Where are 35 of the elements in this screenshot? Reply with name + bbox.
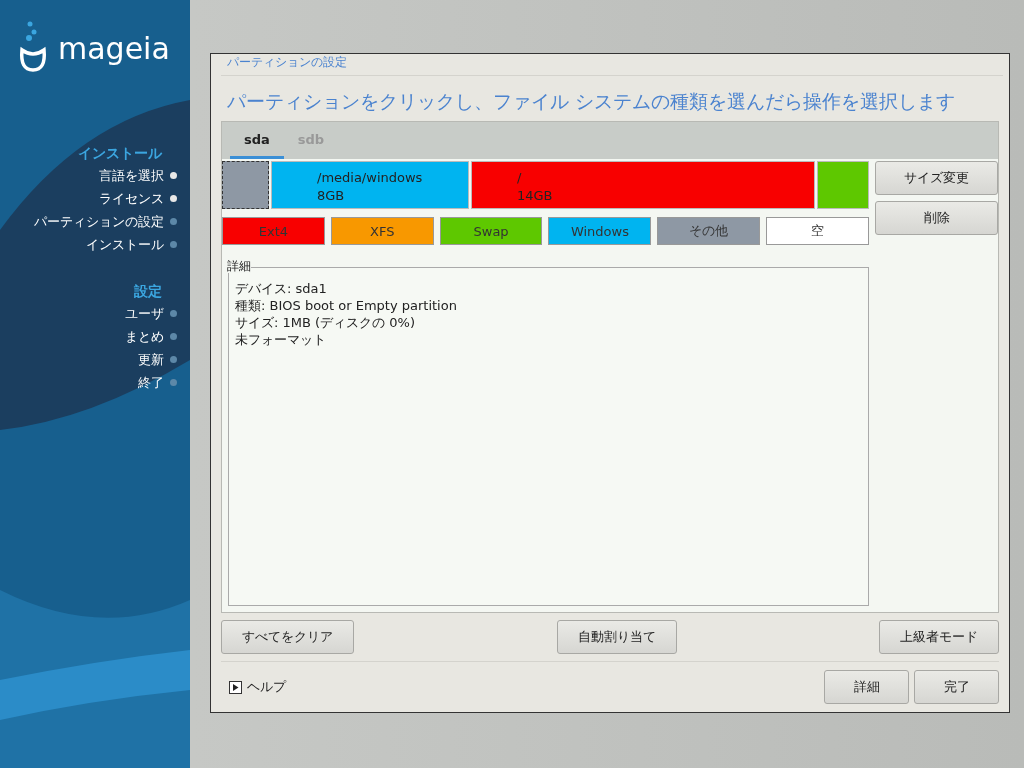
action-button[interactable]: すべてをクリア — [221, 620, 354, 654]
partition-block[interactable]: / 14GB — [471, 161, 815, 209]
section-title: 設定 — [134, 282, 162, 301]
step-label: ライセンス — [99, 189, 164, 208]
heading: パーティションをクリックし、ファイル システムの種類を選んだら操作を選択します — [226, 89, 957, 114]
action-button[interactable]: 自動割り当て — [556, 620, 677, 654]
details-line: 未フォーマット — [235, 331, 327, 348]
action-button[interactable]: サイズ変更 — [875, 161, 998, 195]
section-title: インストール — [78, 144, 162, 163]
details-line: サイズ: 1MB (ディスクの 0%) — [235, 314, 416, 331]
filesystem-type-button[interactable]: Swap — [439, 217, 543, 245]
expand-icon — [229, 680, 242, 694]
filesystem-type-button[interactable]: XFS — [330, 217, 434, 245]
details-title: 詳細 — [227, 259, 251, 273]
step-label: パーティションの設定 — [34, 212, 164, 231]
footer-button[interactable]: 完了 — [914, 670, 999, 704]
filesystem-type-button[interactable]: その他 — [657, 217, 761, 245]
help-expander[interactable]: ヘルプ — [221, 677, 292, 697]
action-button[interactable]: 上級者モード — [879, 620, 999, 654]
step-label: 終了 — [138, 373, 164, 392]
window-title: パーティションの設定 — [221, 54, 1003, 76]
details-line: デバイス: sda1 — [235, 280, 328, 297]
details-line: 種類: BIOS boot or Empty partition — [235, 297, 458, 314]
step-label: ユーザ — [125, 304, 164, 323]
logo-text: mageia — [58, 30, 170, 66]
footer-button[interactable]: 詳細 — [824, 670, 909, 704]
action-button[interactable]: 削除 — [875, 201, 998, 235]
filesystem-type-button[interactable]: Windows — [548, 217, 652, 245]
partition-block[interactable] — [222, 161, 269, 209]
partition-block[interactable]: /media/windows 8GB — [271, 161, 469, 209]
step-label: まとめ — [125, 327, 164, 346]
step-label: 言語を選択 — [99, 166, 164, 185]
step-label: 更新 — [138, 350, 164, 369]
step-label: インストール — [86, 235, 164, 254]
filesystem-type-button[interactable]: 空 — [766, 217, 869, 245]
